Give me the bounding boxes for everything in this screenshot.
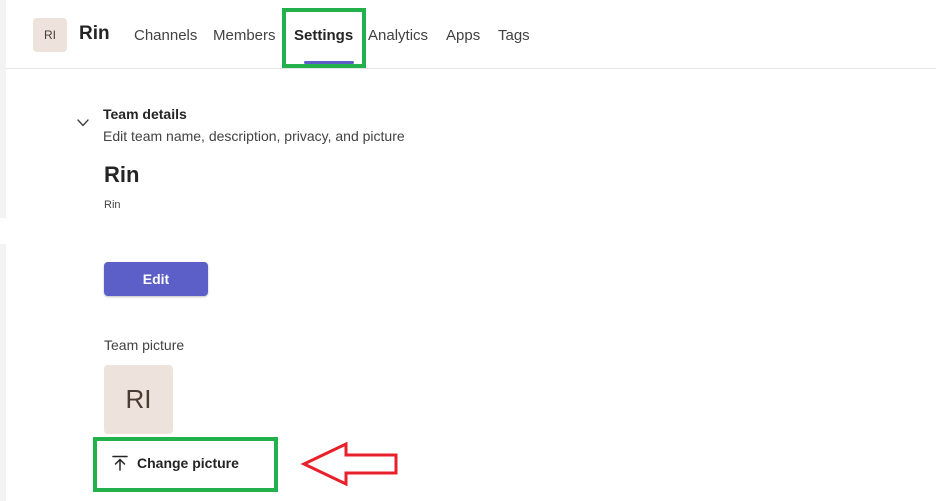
tab-members[interactable]: Members bbox=[213, 27, 276, 44]
chevron-down-icon[interactable] bbox=[76, 116, 90, 130]
settings-tab-highlight bbox=[282, 8, 366, 68]
section-subtitle: Edit team name, description, privacy, an… bbox=[103, 128, 405, 144]
change-picture-highlight bbox=[93, 437, 278, 492]
team-header: RI Rin Channels Members Settings Analyti… bbox=[6, 0, 936, 69]
team-description: Rin bbox=[104, 199, 121, 211]
left-rail-edge-lower bbox=[0, 244, 6, 501]
tab-tags[interactable]: Tags bbox=[498, 27, 530, 44]
tab-channels[interactable]: Channels bbox=[134, 27, 197, 44]
tab-analytics[interactable]: Analytics bbox=[368, 27, 428, 44]
tab-apps[interactable]: Apps bbox=[446, 27, 480, 44]
team-avatar-small[interactable]: RI bbox=[33, 18, 67, 52]
team-avatar-large: RI bbox=[104, 365, 173, 434]
team-display-name: Rin bbox=[104, 162, 140, 187]
team-name-title: Rin bbox=[79, 23, 110, 44]
arrow-left-icon bbox=[300, 441, 398, 487]
section-title[interactable]: Team details bbox=[103, 106, 187, 122]
edit-button[interactable]: Edit bbox=[104, 262, 208, 296]
team-picture-label: Team picture bbox=[104, 337, 185, 353]
